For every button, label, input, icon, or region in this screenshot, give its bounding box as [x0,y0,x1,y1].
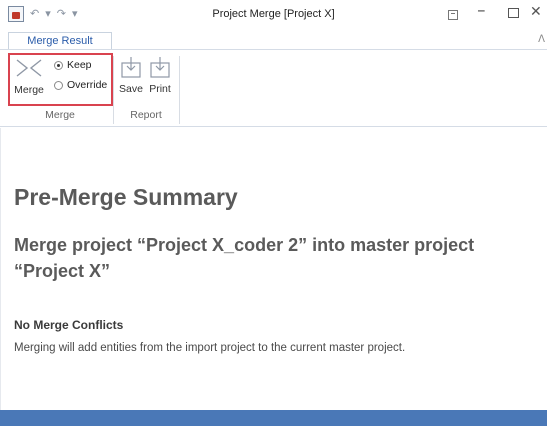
title-bar: ↶ ▾ ↷ ▾ Project Merge [Project X] ‒ ✕ [0,0,547,30]
override-option-label: Override [67,79,108,91]
keep-option-label: Keep [67,59,92,71]
conflicts-status: No Merge Conflicts [14,318,124,332]
override-option[interactable]: Override [54,79,107,91]
group-divider [179,56,180,124]
report-group-label: Report [130,109,162,121]
save-button[interactable]: Save [116,56,146,95]
merge-icon [16,59,42,77]
save-button-label: Save [119,83,143,95]
save-icon [121,57,141,78]
status-bar [0,410,547,426]
merge-group-label: Merge [45,109,75,121]
override-radio[interactable] [54,80,63,90]
print-button[interactable]: Print [145,56,175,95]
print-button-label: Print [149,83,171,95]
keep-option[interactable]: Keep [54,59,92,71]
summary-panel: Pre-Merge Summary Merge project “Project… [0,128,547,410]
ribbon-tab-strip: Merge Result ᐱ [0,30,547,50]
tab-merge-result[interactable]: Merge Result [8,32,112,50]
page-title: Pre-Merge Summary [14,184,238,210]
merge-button-label: Merge [14,84,44,96]
merge-explanation: Merging will add entities from the impor… [14,342,406,354]
close-icon[interactable]: ✕ [530,4,542,18]
collapse-ribbon-icon[interactable]: ᐱ [538,34,545,45]
maximize-icon[interactable] [508,8,519,18]
merge-button[interactable]: Merge [12,58,46,102]
ribbon: Merge Keep Override Merge Save Print Rep… [0,49,547,127]
group-divider [113,56,114,124]
minimize-icon[interactable]: ‒ [478,3,485,17]
print-icon [150,57,170,78]
window-title: Project Merge [Project X] [212,8,335,20]
keep-radio[interactable] [54,60,63,70]
ribbon-display-options-icon[interactable] [448,10,458,20]
merge-description-heading: Merge project “Project X_coder 2” into m… [14,235,475,281]
